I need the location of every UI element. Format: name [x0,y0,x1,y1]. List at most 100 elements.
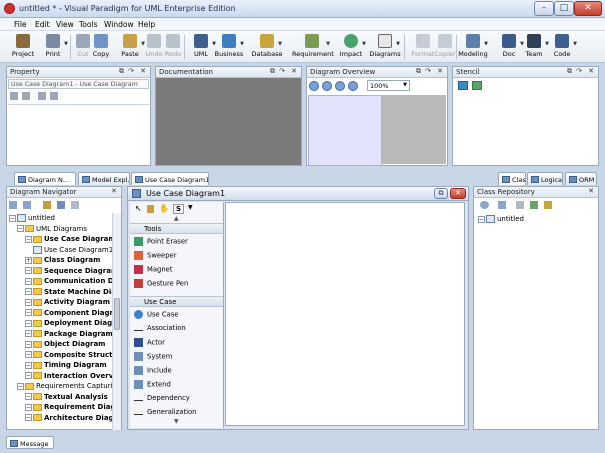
zoom-actual-icon[interactable] [348,81,358,91]
expand-toggle-icon[interactable]: − [25,288,32,295]
paste-button[interactable]: Paste ▼ [113,33,147,61]
tab-model-explorer[interactable]: Model Expl... [78,172,130,185]
dock-icon[interactable]: ↷ [425,67,431,75]
expand-toggle-icon[interactable]: − [25,403,32,411]
restore-icon[interactable]: ⧉ [416,67,421,76]
tree-row[interactable]: − Textual Analysis [25,393,108,403]
palette-item-magnet[interactable]: Magnet [134,265,173,277]
minimize-button[interactable]: – [534,1,554,16]
stencil-icon[interactable] [458,81,468,90]
tab-diagram-navigator[interactable]: Diagram N... [14,172,76,185]
lock-icon[interactable] [147,205,154,213]
scroll-up-icon[interactable]: ▲ [174,215,179,222]
palette-group-tools[interactable]: Tools [130,223,223,234]
expand-toggle-icon[interactable]: − [25,361,32,369]
expand-toggle-icon[interactable]: − [25,235,32,243]
scroll-down-icon[interactable]: ▼ [174,418,179,425]
diagram-canvas[interactable] [225,202,465,426]
expand-toggle-icon[interactable]: − [25,330,32,337]
close-icon[interactable]: ✕ [437,67,443,75]
palette-item-sweeper[interactable]: Sweeper [134,251,177,263]
tree-row[interactable]: − Activity Diagram [25,298,110,308]
expand-toggle-icon[interactable]: − [25,309,32,316]
close-button[interactable]: ✕ [574,1,602,16]
property-combo[interactable]: Use Case Diagram1 - Use Case Diagram [8,79,149,89]
filter-icon[interactable] [23,201,31,209]
project-button[interactable]: Project [6,33,40,61]
stencil-add-icon[interactable] [472,81,482,90]
close-icon[interactable]: ✕ [588,67,594,75]
up-icon[interactable] [71,201,79,209]
tree-row[interactable]: −Use Case Diagram (1) [25,235,113,245]
hand-icon[interactable]: ✋ [159,204,169,213]
expand-toggle-icon[interactable]: − [25,298,32,306]
tree-row[interactable]: − untitled [478,215,524,225]
expand-icon[interactable] [38,92,46,100]
refresh-icon[interactable] [480,201,489,209]
tab-class-repository[interactable]: Class... [498,172,526,185]
message-tab[interactable]: Message [6,436,54,449]
requirement-button[interactable]: Requirement ▼ [292,33,334,61]
dock-icon[interactable]: ↷ [279,67,285,75]
tree-icon[interactable] [530,201,538,209]
tree-row[interactable]: + Class Diagram [25,256,100,266]
palette-item-actor[interactable]: Actor [134,338,165,350]
expand-toggle-icon[interactable]: − [25,414,32,421]
expand-toggle-icon[interactable]: − [17,225,24,232]
tree-row[interactable]: −Interaction Overview [25,372,113,382]
dock-icon[interactable]: ↷ [576,67,582,75]
maximize-button[interactable]: □ [554,1,574,16]
expand-toggle-icon[interactable]: − [25,372,32,379]
tree-row[interactable]: − Package Diagram [25,330,113,340]
expand-toggle-icon[interactable]: − [25,319,32,327]
zoom-select[interactable]: 100% ▼ [367,80,410,91]
collapse-icon[interactable] [50,92,58,100]
tree-row[interactable]: −Deployment Diagram [25,319,113,329]
restore-icon[interactable]: ⧉ [270,67,275,76]
tree-row[interactable]: − UML Diagrams [17,225,87,235]
menu-file[interactable]: File [14,20,27,29]
database-button[interactable]: Database ▼ [250,33,284,61]
expand-toggle-icon[interactable]: − [25,351,32,358]
style-icon[interactable]: S [173,204,185,214]
print-button[interactable]: Print ▼ [36,33,70,61]
business-button[interactable]: Business ▼ [212,33,246,61]
menu-edit[interactable]: Edit [35,20,50,29]
copy-button[interactable]: Copy [90,33,112,61]
expand-toggle-icon[interactable]: − [17,382,24,390]
code-button[interactable]: Code ▼ [545,33,579,61]
expand-toggle-icon[interactable]: + [25,256,32,264]
expand-toggle-icon[interactable]: − [25,393,32,400]
overview-viewport[interactable] [308,95,382,166]
palette-item-gesture-pen[interactable]: Gesture Pen [134,279,188,291]
restore-icon[interactable]: ⧉ [434,188,448,199]
palette-item-include[interactable]: Include [134,366,172,378]
close-icon[interactable]: ✕ [111,187,117,195]
filter-icon[interactable] [498,201,506,209]
palette-item-extend[interactable]: Extend [134,380,171,392]
close-icon[interactable]: ✕ [291,67,297,75]
restore-icon[interactable]: ⧉ [119,67,124,76]
pointer-icon[interactable]: ↖ [135,204,142,213]
palette-item-association[interactable]: Association [134,324,186,336]
dock-icon[interactable]: ↷ [128,67,134,75]
expand-toggle-icon[interactable]: − [9,214,16,222]
tree-row[interactable]: Use Case Diagram1 [33,245,113,256]
palette-item-system[interactable]: System [134,352,172,364]
sync-icon[interactable] [544,201,552,209]
palette-item-point-eraser[interactable]: Point Eraser [134,237,188,249]
sort-icon[interactable] [10,92,18,100]
chevron-down-icon[interactable]: ▼ [188,204,193,211]
tree-row[interactable]: −Architecture Diagram [25,414,113,424]
tab-logical-view[interactable]: Logical... [527,172,563,185]
palette-item-dependency[interactable]: Dependency [134,394,190,406]
menu-view[interactable]: View [56,20,74,29]
expand-toggle-icon[interactable]: − [25,277,32,285]
close-icon[interactable]: ✕ [140,67,146,75]
tree-row[interactable]: − Timing Diagram [25,361,107,371]
tree-row[interactable]: − Object Diagram [25,340,105,350]
redo-button[interactable]: Redo [162,33,184,61]
menu-tools[interactable]: Tools [79,20,97,29]
restore-icon[interactable]: ⧉ [567,67,572,76]
expand-toggle-icon[interactable]: − [25,267,32,274]
